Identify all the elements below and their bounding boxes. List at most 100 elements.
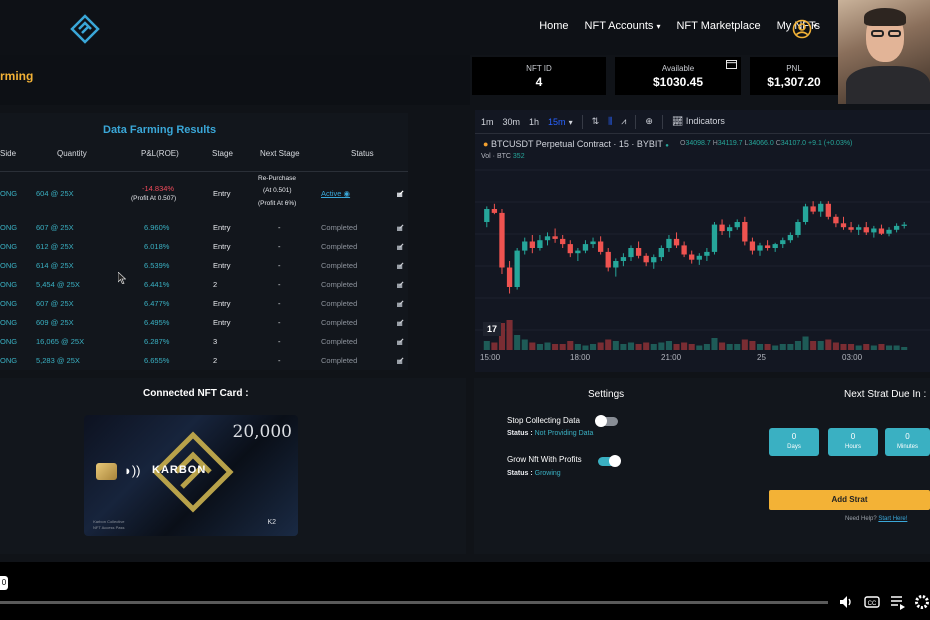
- candle-body: [635, 248, 642, 256]
- add-strat-button[interactable]: Add Strat: [769, 490, 930, 510]
- cell-pnl: 6.287%: [144, 337, 170, 346]
- cell-pnl: 6.655%: [144, 356, 170, 365]
- nav-nft-accounts[interactable]: NFT Accounts ▾: [585, 20, 661, 32]
- caret-down-icon: ▾: [656, 22, 661, 31]
- volume-bar: [612, 341, 619, 350]
- candle-body: [681, 245, 687, 255]
- heading-strip: [0, 55, 470, 105]
- edit-icon[interactable]: [397, 224, 404, 231]
- stop-collecting-toggle[interactable]: [595, 415, 618, 427]
- area-style-icon[interactable]: ⩘: [621, 116, 626, 127]
- candle-body: [704, 251, 710, 256]
- volume-bar: [582, 345, 589, 350]
- start-here-link[interactable]: Start Here!: [878, 516, 907, 522]
- candle-body: [689, 254, 695, 260]
- candle-body: [726, 227, 733, 232]
- captions-icon[interactable]: CC: [864, 594, 880, 610]
- user-avatar-icon[interactable]: [792, 19, 812, 39]
- cell-stage: 3: [213, 337, 218, 346]
- time-axis: 15:00 18:00 21:00 25 03:00: [475, 351, 930, 367]
- candle-body: [506, 267, 513, 287]
- candle-body: [575, 250, 581, 254]
- cell-next-stage-3: (Profit At 6%): [258, 200, 297, 207]
- candle-body: [552, 236, 558, 239]
- volume-bar: [521, 339, 528, 350]
- bar-style-icon[interactable]: ⫼: [608, 116, 612, 127]
- status-active-link[interactable]: Active ◉: [321, 189, 350, 198]
- cell-pnl: 6.495%: [144, 318, 170, 327]
- col-header-status: Status: [351, 149, 374, 158]
- cell-stage: 2: [213, 280, 218, 289]
- candle-body: [696, 255, 702, 260]
- interval-15m[interactable]: 15m ▾: [548, 117, 573, 127]
- cell-side: ONG: [0, 337, 18, 346]
- cell-pnl-sub: (Profit At 0.507): [131, 195, 177, 202]
- user-menu-caret-icon[interactable]: ▾: [813, 22, 817, 30]
- ohlc-high: 34119.7: [717, 140, 743, 147]
- edit-icon[interactable]: [397, 338, 404, 345]
- cell-quantity: 604 @ 25X: [36, 189, 74, 198]
- compare-icon[interactable]: ⇅: [592, 116, 600, 127]
- edit-icon[interactable]: [397, 243, 404, 250]
- interval-1m[interactable]: 1m: [481, 117, 494, 127]
- candlestick-plot[interactable]: [475, 165, 930, 351]
- help-text: Need Help? Start Here!: [845, 516, 907, 522]
- edit-icon[interactable]: [397, 190, 404, 197]
- cell-quantity: 607 @ 25X: [36, 223, 74, 232]
- tradingview-logo-icon[interactable]: 17: [483, 322, 501, 336]
- indicators-label: Indicators: [685, 116, 725, 126]
- candle-body: [825, 203, 831, 217]
- edit-icon[interactable]: [397, 262, 404, 269]
- cell-status: Completed: [321, 223, 358, 232]
- karbon-logo-icon[interactable]: [70, 14, 100, 44]
- col-header-quantity: Quantity: [57, 149, 87, 158]
- candle-body: [643, 255, 649, 263]
- volume-bar: [665, 341, 672, 350]
- settings-gear-icon[interactable]: [914, 594, 930, 610]
- volume-bar: [719, 342, 726, 350]
- cell-status: Completed: [321, 280, 358, 289]
- edit-icon[interactable]: [397, 357, 404, 364]
- nav-nft-marketplace[interactable]: NFT Marketplace: [676, 20, 760, 32]
- cell-next-stage-1: Re-Purchase: [258, 175, 296, 182]
- volume-bar: [544, 342, 551, 350]
- volume-bar: [703, 344, 710, 350]
- video-progress-bar[interactable]: [0, 601, 828, 604]
- card-brand: KARBON: [152, 464, 207, 476]
- nft-card-image[interactable]: 20,000 ◗)) KARBON Karbon Collective NFT …: [84, 415, 298, 536]
- stat-label: NFT ID: [526, 64, 552, 73]
- stat-value: 4: [535, 75, 543, 89]
- interval-1h[interactable]: 1h: [529, 117, 539, 127]
- grow-nft-status: Status : Growing: [507, 470, 561, 477]
- edit-icon[interactable]: [397, 300, 404, 307]
- cell-side: ONG: [0, 261, 18, 270]
- volume-bar: [536, 344, 543, 350]
- candle-body: [560, 238, 566, 245]
- grow-nft-toggle[interactable]: [598, 455, 621, 467]
- volume-bar: [726, 344, 733, 350]
- interval-30m[interactable]: 30m: [503, 117, 521, 127]
- cell-quantity: 607 @ 25X: [36, 299, 74, 308]
- volume-bar: [696, 345, 703, 350]
- indicators-button[interactable]: 📈︎ Indicators: [672, 116, 725, 127]
- add-symbol-icon[interactable]: ⊕: [645, 116, 653, 127]
- nav-home[interactable]: Home: [539, 20, 568, 32]
- playlist-icon[interactable]: [890, 594, 906, 610]
- volume-value: 352: [512, 153, 525, 160]
- countdown-hours: 0 Hours: [828, 428, 878, 456]
- volume-bar: [885, 345, 893, 350]
- interval-15m-label: 15m: [548, 116, 566, 127]
- cell-side: ONG: [0, 318, 18, 327]
- countdown-value: 0: [850, 432, 856, 441]
- edit-icon[interactable]: [397, 319, 404, 326]
- countdown-days: 0 Days: [769, 428, 819, 456]
- cell-side: ONG: [0, 189, 18, 198]
- edit-icon[interactable]: [397, 281, 404, 288]
- volume-bar: [848, 344, 855, 350]
- volume-icon[interactable]: [838, 594, 854, 610]
- candle-body: [484, 209, 490, 222]
- webcam-overlay: [838, 0, 930, 104]
- cell-quantity: 609 @ 25X: [36, 318, 74, 327]
- tradingview-chart[interactable]: 1m 30m 1h 15m ▾ ⇅ ⫼ ⩘ ⊕ 📈︎ Indicators ● B…: [475, 110, 930, 372]
- results-title: Data Farming Results: [103, 124, 217, 136]
